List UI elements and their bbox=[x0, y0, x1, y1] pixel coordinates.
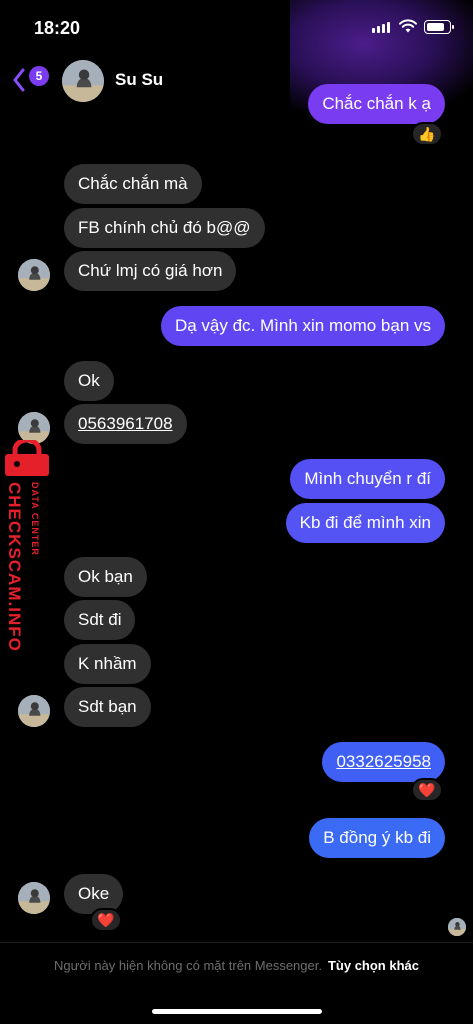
message-reaction[interactable]: ❤️ bbox=[90, 908, 122, 932]
battery-icon bbox=[424, 20, 454, 34]
unread-count-badge: 5 bbox=[29, 66, 49, 86]
contact-avatar[interactable] bbox=[62, 60, 104, 102]
lock-icon bbox=[5, 440, 49, 476]
phone-number-link[interactable]: 0563961708 bbox=[78, 414, 173, 433]
sender-avatar[interactable] bbox=[18, 259, 50, 291]
message-bubble-outgoing[interactable]: Mình chuyển r đí bbox=[290, 459, 445, 499]
message-reaction[interactable]: 👍 bbox=[411, 122, 443, 146]
message-bubble-incoming[interactable]: Ok bạn bbox=[64, 557, 147, 597]
watermark: CHECKSCAM.INFO DATA CENTER bbox=[0, 440, 56, 670]
message-bubble-outgoing[interactable]: Dạ vậy đc. Mình xin momo bạn vs bbox=[160, 306, 445, 346]
seen-receipt-avatar bbox=[448, 918, 466, 936]
message-bubble-incoming[interactable]: 0563961708 bbox=[64, 404, 187, 444]
sender-avatar[interactable] bbox=[18, 882, 50, 914]
phone-number-link[interactable]: 0332625958 bbox=[336, 752, 431, 771]
message-reaction[interactable]: ❤️ bbox=[411, 778, 443, 802]
message-bubble-outgoing[interactable]: 0332625958 bbox=[322, 742, 445, 782]
message-bubble-incoming[interactable]: Ok bbox=[64, 361, 114, 401]
sender-avatar[interactable] bbox=[18, 695, 50, 727]
message-bubble-incoming[interactable]: Chứ lmj có giá hơn bbox=[64, 251, 237, 291]
back-button[interactable]: 5 bbox=[12, 64, 56, 94]
message-bubble-outgoing[interactable]: Kb đi để mình xin bbox=[285, 503, 445, 543]
watermark-tagline: DATA CENTER bbox=[30, 482, 40, 556]
message-bubble-outgoing[interactable]: Chắc chắn k ạ bbox=[308, 84, 445, 124]
availability-notice: Người này hiện không có mặt trên Messeng… bbox=[53, 958, 322, 973]
message-bubble-incoming[interactable]: K nhầm bbox=[64, 644, 151, 684]
footer-notice: Người này hiện không có mặt trên Messeng… bbox=[0, 958, 473, 973]
home-indicator[interactable] bbox=[152, 1009, 322, 1014]
message-bubble-outgoing[interactable]: B đồng ý kb đi bbox=[309, 818, 445, 858]
message-bubble-incoming[interactable]: Sdt đi bbox=[64, 600, 136, 640]
chevron-left-icon bbox=[13, 68, 25, 92]
status-bar: 18:20 bbox=[0, 0, 473, 56]
more-options-link[interactable]: Tùy chọn khác bbox=[328, 958, 419, 973]
message-bubble-incoming[interactable]: FB chính chủ đó b@@ bbox=[64, 208, 265, 248]
cellular-signal-icon bbox=[372, 22, 390, 33]
status-time: 18:20 bbox=[34, 18, 81, 38]
message-bubble-incoming[interactable]: Chắc chắn mà bbox=[64, 164, 202, 204]
wifi-icon bbox=[399, 19, 417, 33]
footer-divider bbox=[0, 942, 473, 943]
message-bubble-incoming[interactable]: Sdt bạn bbox=[64, 687, 151, 727]
sender-avatar[interactable] bbox=[18, 412, 50, 444]
contact-name[interactable]: Su Su bbox=[115, 70, 163, 90]
watermark-brand: CHECKSCAM.INFO bbox=[5, 482, 24, 652]
